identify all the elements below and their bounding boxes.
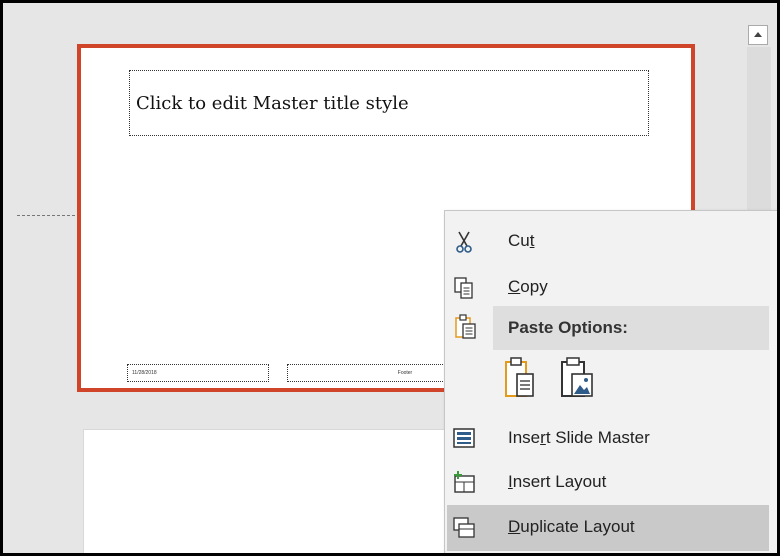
- title-placeholder-text: Click to edit Master title style: [136, 93, 409, 114]
- paste-picture-button[interactable]: [558, 354, 598, 402]
- context-menu: Cut Copy Paste Options: Insert Slide Mas…: [444, 210, 777, 553]
- menu-item-insert-slide-master[interactable]: Insert Slide Master: [447, 416, 769, 460]
- insert-layout-label: Insert Layout: [508, 472, 607, 491]
- duplicate-layout-label: Duplicate Layout: [508, 517, 635, 536]
- copy-icon: [453, 276, 475, 299]
- master-connector-line: [17, 215, 75, 216]
- cut-label: Cut: [508, 231, 535, 250]
- copy-label: Copy: [508, 277, 548, 296]
- paste-keep-text-button[interactable]: [500, 354, 540, 402]
- title-placeholder[interactable]: Click to edit Master title style: [129, 70, 649, 136]
- app-window: Click to edit Master title style 11/28/2…: [0, 0, 780, 556]
- date-placeholder[interactable]: 11/28/2018: [127, 364, 269, 382]
- paste-picture-icon: [558, 357, 598, 406]
- menu-item-cut[interactable]: Cut: [447, 219, 769, 263]
- paste-options-label: Paste Options:: [508, 318, 628, 337]
- duplicate-layout-icon: [453, 516, 475, 538]
- scissors-icon: [453, 230, 475, 253]
- paste-keep-text-icon: [500, 357, 540, 406]
- menu-item-insert-layout[interactable]: Insert Layout: [447, 460, 769, 504]
- menu-item-copy[interactable]: Copy: [447, 265, 769, 309]
- insert-slide-master-label: Insert Slide Master: [508, 428, 650, 447]
- scroll-up-button[interactable]: [748, 25, 768, 45]
- paste-icon: [455, 314, 477, 340]
- insert-layout-icon: [453, 471, 475, 493]
- menu-item-duplicate-layout[interactable]: Duplicate Layout: [447, 505, 769, 551]
- slide-master-icon: [453, 427, 475, 449]
